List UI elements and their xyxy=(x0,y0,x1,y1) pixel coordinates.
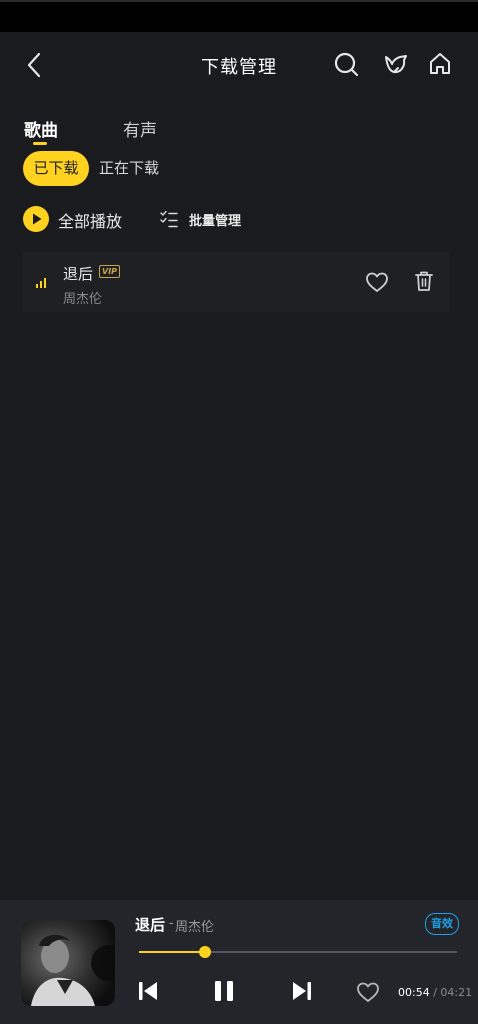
trash-icon[interactable] xyxy=(414,270,434,292)
play-all-label[interactable]: 全部播放 xyxy=(58,208,122,232)
album-cover-image[interactable] xyxy=(21,920,115,1006)
content-tabs: 歌曲 有声 xyxy=(0,112,478,148)
nav-bar: 下载管理 xyxy=(0,32,478,98)
home-icon[interactable] xyxy=(426,50,454,78)
progress-bar[interactable] xyxy=(139,946,457,958)
previous-icon[interactable] xyxy=(137,980,159,1002)
sound-effect-button[interactable]: 音效 xyxy=(425,913,459,935)
player-artist: 周杰伦 xyxy=(175,920,215,935)
playback-time: 00:54 / 04:21 xyxy=(398,986,472,999)
download-manager-screen: 下载管理 歌曲 有声 已下载 正在下载 全部播放 批量管理 退后 VIP 周杰伦… xyxy=(0,0,478,1024)
player-separator: - xyxy=(169,916,174,931)
status-bar xyxy=(0,0,478,32)
search-icon[interactable] xyxy=(332,50,360,78)
tab-downloading[interactable]: 正在下载 xyxy=(99,151,159,186)
song-artist: 周杰伦 xyxy=(63,292,103,307)
list-actions: 全部播放 批量管理 xyxy=(0,202,478,236)
player-song-title: 退后 xyxy=(135,916,166,934)
bird-icon[interactable] xyxy=(382,50,410,78)
tab-downloaded[interactable]: 已下载 xyxy=(23,151,89,186)
next-icon[interactable] xyxy=(291,980,313,1002)
batch-manage-button[interactable]: 批量管理 xyxy=(189,210,241,229)
tab-songs[interactable]: 歌曲 xyxy=(24,116,58,141)
play-all-button[interactable] xyxy=(23,206,49,232)
tab-audio[interactable]: 有声 xyxy=(123,116,157,141)
pause-icon[interactable] xyxy=(212,980,236,1002)
play-icon xyxy=(33,213,42,225)
vip-badge: VIP xyxy=(99,265,121,278)
list-check-icon[interactable] xyxy=(160,210,178,228)
player-heart-icon[interactable] xyxy=(356,981,380,1003)
mini-player[interactable]: 退后 - 周杰伦 音效 00:54 / 04:21 xyxy=(0,900,478,1024)
total-time: 04:21 xyxy=(440,986,473,999)
current-time: 00:54 xyxy=(398,986,430,999)
progress-handle[interactable] xyxy=(198,946,211,958)
list-item[interactable]: 退后 VIP 周杰伦 xyxy=(22,252,450,312)
heart-icon[interactable] xyxy=(365,271,389,293)
equalizer-icon xyxy=(36,278,46,288)
progress-fill xyxy=(139,951,205,953)
time-separator: / xyxy=(433,986,437,999)
download-status-tabs: 已下载 正在下载 xyxy=(0,151,478,187)
tab-active-indicator xyxy=(33,142,47,145)
song-title: 退后 xyxy=(63,265,94,283)
